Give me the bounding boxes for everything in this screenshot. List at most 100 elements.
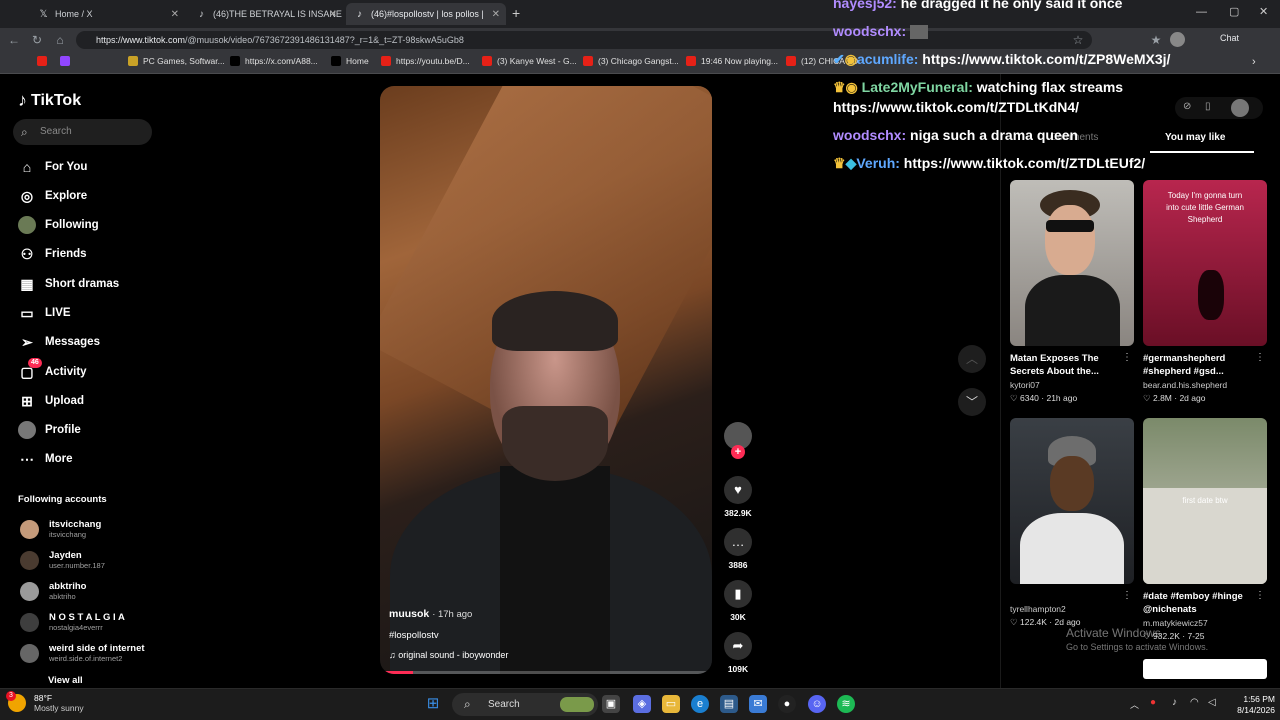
tiktok-logo[interactable]: ♪ TikTok: [18, 90, 81, 111]
more-icon[interactable]: ⋮: [1255, 352, 1265, 363]
wifi-icon[interactable]: ◠: [1190, 697, 1199, 708]
bookmark-x[interactable]: https://x.com/A88...: [230, 56, 318, 66]
sun-icon: 3: [6, 691, 26, 712]
nav-for-you[interactable]: ⌂ For You: [18, 156, 88, 178]
tiktok-icon: ♪: [18, 90, 27, 110]
like-button[interactable]: ♥ 382.9K: [722, 476, 754, 518]
account-item[interactable]: itsvicchang itsvicchang: [20, 516, 101, 542]
nav-short-dramas[interactable]: ▦ Short dramas: [18, 273, 119, 295]
view-all-link[interactable]: View all: [48, 675, 83, 686]
account-item[interactable]: abktriho abktriho: [20, 578, 86, 604]
url-field[interactable]: https://www.tiktok.com/@muusok/video/767…: [76, 31, 1092, 49]
new-tab-icon[interactable]: +: [512, 5, 520, 21]
nav-friends[interactable]: ⚇ Friends: [18, 243, 87, 265]
bookmark-home[interactable]: Home: [331, 56, 369, 66]
minimize-icon[interactable]: —: [1196, 6, 1207, 18]
app-icon[interactable]: ●: [778, 695, 796, 713]
chat-message: ✔◉acumlife: https://www.tiktok.com/t/ZP8…: [833, 51, 1171, 67]
avatar[interactable]: [1231, 99, 1249, 117]
discord-icon[interactable]: ☺: [808, 695, 826, 713]
copilot-chat-button[interactable]: Chat: [1220, 33, 1239, 43]
bookmark-pc-games[interactable]: PC Games, Softwar...: [128, 56, 225, 66]
bookmark-now-playing[interactable]: 19:46 Now playing...: [686, 56, 778, 66]
window-close-icon[interactable]: ✕: [1259, 5, 1268, 18]
video-sound[interactable]: ♫ original sound - iboywonder: [389, 650, 689, 660]
nav-more[interactable]: ⋯ More: [18, 448, 72, 470]
nav-explore[interactable]: ◎ Explore: [18, 185, 87, 207]
more-icon[interactable]: ⋮: [1122, 590, 1132, 601]
volume-icon[interactable]: ◁: [1208, 697, 1216, 708]
bookmark-chicago[interactable]: (3) Chicago Gangst...: [583, 56, 679, 66]
account-item[interactable]: N O S T A L G I Anostalgia4everrr: [20, 609, 125, 635]
close-icon[interactable]: ✕: [171, 9, 179, 20]
nav-following[interactable]: Following: [18, 214, 99, 236]
recommended-card[interactable]: Matan Exposes The Secrets About the... k…: [1010, 180, 1134, 404]
follow-plus-icon[interactable]: +: [731, 445, 745, 459]
compass-icon[interactable]: ⊘: [1183, 101, 1191, 112]
next-video-button[interactable]: ﹀: [958, 388, 986, 416]
previous-video-button[interactable]: ︿: [958, 345, 986, 373]
profile-avatar[interactable]: [1170, 32, 1185, 47]
search-input[interactable]: ⌕ Search: [13, 119, 152, 145]
recommended-card[interactable]: Today I'm gonna turn into cute little Ge…: [1143, 180, 1267, 404]
spotify-icon[interactable]: ≋: [837, 695, 855, 713]
store-icon[interactable]: ▤: [720, 695, 738, 713]
more-icon[interactable]: ⋮: [1255, 590, 1265, 601]
nav-live[interactable]: ▭ LIVE: [18, 302, 70, 324]
bookmark-twitch[interactable]: [60, 56, 75, 66]
video-author[interactable]: muusok · 17h ago: [389, 608, 689, 620]
file-explorer-icon[interactable]: ▭: [662, 695, 680, 713]
microphone-icon[interactable]: ♪: [1172, 697, 1177, 708]
video-progress-bar[interactable]: [380, 671, 712, 674]
card-stats: ♡ 6340 · 21h ago: [1010, 393, 1078, 403]
recommended-card[interactable]: tyrellhampton2 ♡ 122.4K · 2d ago ⋮: [1010, 418, 1134, 628]
nav-messages[interactable]: ➢ Messages: [18, 331, 100, 353]
save-button[interactable]: ▮ 30K: [722, 580, 754, 622]
more-icon[interactable]: ⋮: [1122, 352, 1132, 363]
favorites-icon[interactable]: ★: [1148, 32, 1164, 48]
reload-icon[interactable]: ↻: [29, 32, 45, 48]
windows-start-icon[interactable]: ⊞: [424, 695, 442, 713]
recommended-card[interactable]: first date btw #date #femboy #hinge @nic…: [1143, 418, 1267, 642]
tray-app-icon[interactable]: ●: [1150, 697, 1156, 708]
card-user[interactable]: kytori07: [1010, 380, 1134, 390]
share-button[interactable]: ➦ 109K: [722, 632, 754, 674]
task-view-icon[interactable]: ▣: [602, 695, 620, 713]
weather-widget[interactable]: 3 88°F Mostly sunny: [6, 691, 84, 713]
panel-tools: ⊘ ▯: [1175, 97, 1263, 119]
nav-upload[interactable]: ⊞ Upload: [18, 390, 84, 412]
tab-tiktok-active[interactable]: ♪ (46)#lospollostv | los pollos | ✕: [346, 3, 506, 25]
video-player[interactable]: muusok · 17h ago #lospollostv ♫ original…: [380, 86, 712, 674]
close-icon[interactable]: ✕: [492, 9, 500, 20]
nav-profile[interactable]: Profile: [18, 419, 81, 441]
phone-icon[interactable]: ▯: [1205, 101, 1211, 112]
bookmark-youtu[interactable]: https://youtu.be/D...: [381, 56, 470, 66]
outlook-icon[interactable]: ✉: [749, 695, 767, 713]
tray-chevron-icon[interactable]: ︿: [1130, 698, 1139, 711]
account-item[interactable]: Jayden user.number.187: [20, 547, 105, 573]
maximize-icon[interactable]: ▢: [1229, 5, 1239, 18]
video-hashtag[interactable]: #lospollostv: [389, 630, 689, 641]
account-item[interactable]: weird side of internet weird.side.of.inte…: [20, 640, 145, 666]
tab-you-may-like[interactable]: You may like: [1165, 132, 1225, 143]
back-icon[interactable]: ←: [6, 32, 22, 48]
taskbar-search[interactable]: ⌕ Search: [452, 693, 598, 716]
star-icon[interactable]: ☆: [1070, 32, 1086, 48]
chevron-right-icon[interactable]: ›: [1252, 56, 1256, 68]
people-icon: ⚇: [20, 245, 34, 262]
edge-icon[interactable]: e: [691, 695, 709, 713]
taskbar-clock[interactable]: 1:56 PM 8/14/2026: [1225, 694, 1275, 716]
bookmark-kanye[interactable]: (3) Kanye West - G...: [482, 56, 577, 66]
tab-x-home[interactable]: 𝕏 Home / X ✕: [30, 3, 185, 25]
close-icon[interactable]: ✕: [329, 9, 337, 20]
card-user[interactable]: tyrellhampton2: [1010, 604, 1134, 614]
nav-activity[interactable]: ▢ 46 Activity: [18, 358, 87, 383]
home-icon[interactable]: ⌂: [52, 32, 68, 48]
tab-tiktok-betrayal[interactable]: ♪ (46)THE BETRAYAL IS INSANE ✕: [188, 3, 343, 25]
bookmark-youtube[interactable]: [37, 56, 52, 66]
avatar: [20, 581, 39, 601]
tab-underline: [1150, 151, 1254, 153]
comment-button[interactable]: … 3886: [722, 528, 754, 570]
card-user[interactable]: bear.and.his.shepherd: [1143, 380, 1267, 390]
copilot-icon[interactable]: ◈: [633, 695, 651, 713]
